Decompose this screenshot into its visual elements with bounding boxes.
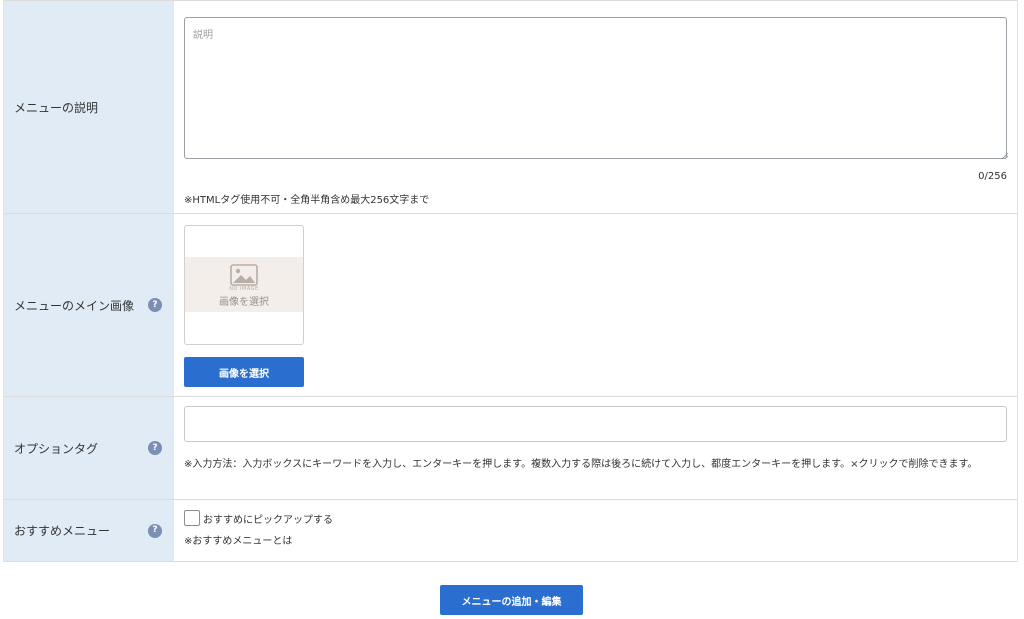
- row-recommended: おすすめメニュー ? おすすめにピックアップする ※おすすめメニューとは: [4, 500, 1017, 562]
- row-option-tag: オプションタグ ? ※入力方法：入力ボックスにキーワードを入力し、エンターキーを…: [4, 397, 1017, 500]
- option-tag-note: ※入力方法：入力ボックスにキーワードを入力し、エンターキーを押します。複数入力す…: [184, 459, 978, 470]
- main-image-value-cell: NO IMAGE 画像を選択 画像を選択: [174, 214, 1017, 396]
- pickup-checkbox[interactable]: [184, 510, 200, 526]
- image-preview[interactable]: NO IMAGE 画像を選択: [184, 225, 304, 345]
- option-tag-label-text: オプションタグ: [14, 441, 99, 456]
- row-main-image: メニューのメイン画像 ? NO IMAGE 画像を選択 画像を選択: [4, 214, 1017, 397]
- image-placeholder: NO IMAGE 画像を選択: [185, 257, 303, 312]
- help-icon[interactable]: ?: [148, 441, 162, 455]
- menu-form-table: メニューの説明 0/256 ※HTMLタグ使用不可・全角半角含め最大256文字ま…: [3, 0, 1018, 562]
- option-tag-value-cell: ※入力方法：入力ボックスにキーワードを入力し、エンターキーを押します。複数入力す…: [174, 397, 1017, 499]
- pickup-checkbox-label: おすすめにピックアップする: [203, 514, 333, 526]
- pickup-checkbox-row[interactable]: おすすめにピックアップする: [184, 510, 1007, 526]
- recommended-note: ※おすすめメニューとは: [184, 536, 293, 547]
- noimage-text: NO IMAGE: [229, 285, 259, 292]
- description-char-counter: 0/256: [978, 171, 1007, 182]
- description-value-cell: 0/256 ※HTMLタグ使用不可・全角半角含め最大256文字まで: [174, 1, 1017, 213]
- description-note: ※HTMLタグ使用不可・全角半角含め最大256文字まで: [184, 195, 430, 206]
- recommended-label-text: おすすめメニュー: [14, 524, 111, 538]
- help-icon[interactable]: ?: [148, 523, 162, 538]
- main-image-label-text: メニューのメイン画像: [14, 298, 135, 313]
- description-textarea[interactable]: [184, 17, 1007, 159]
- recommended-label: おすすめメニュー ?: [4, 500, 174, 561]
- recommended-value-cell: おすすめにピックアップする ※おすすめメニューとは: [174, 500, 1017, 561]
- row-description: メニューの説明 0/256 ※HTMLタグ使用不可・全角半角含め最大256文字ま…: [4, 0, 1017, 214]
- add-edit-menu-button[interactable]: メニューの追加・編集: [440, 585, 583, 615]
- image-placeholder-caption: 画像を選択: [219, 296, 269, 308]
- option-tag-input[interactable]: [184, 406, 1007, 442]
- resize-grip-icon[interactable]: [1001, 152, 1009, 160]
- description-label: メニューの説明: [4, 1, 174, 213]
- main-image-label: メニューのメイン画像 ?: [4, 214, 174, 396]
- option-tag-label: オプションタグ ?: [4, 397, 174, 499]
- select-image-button[interactable]: 画像を選択: [184, 357, 304, 387]
- help-icon[interactable]: ?: [148, 298, 162, 312]
- description-label-text: メニューの説明: [14, 100, 99, 115]
- image-icon: [230, 263, 258, 286]
